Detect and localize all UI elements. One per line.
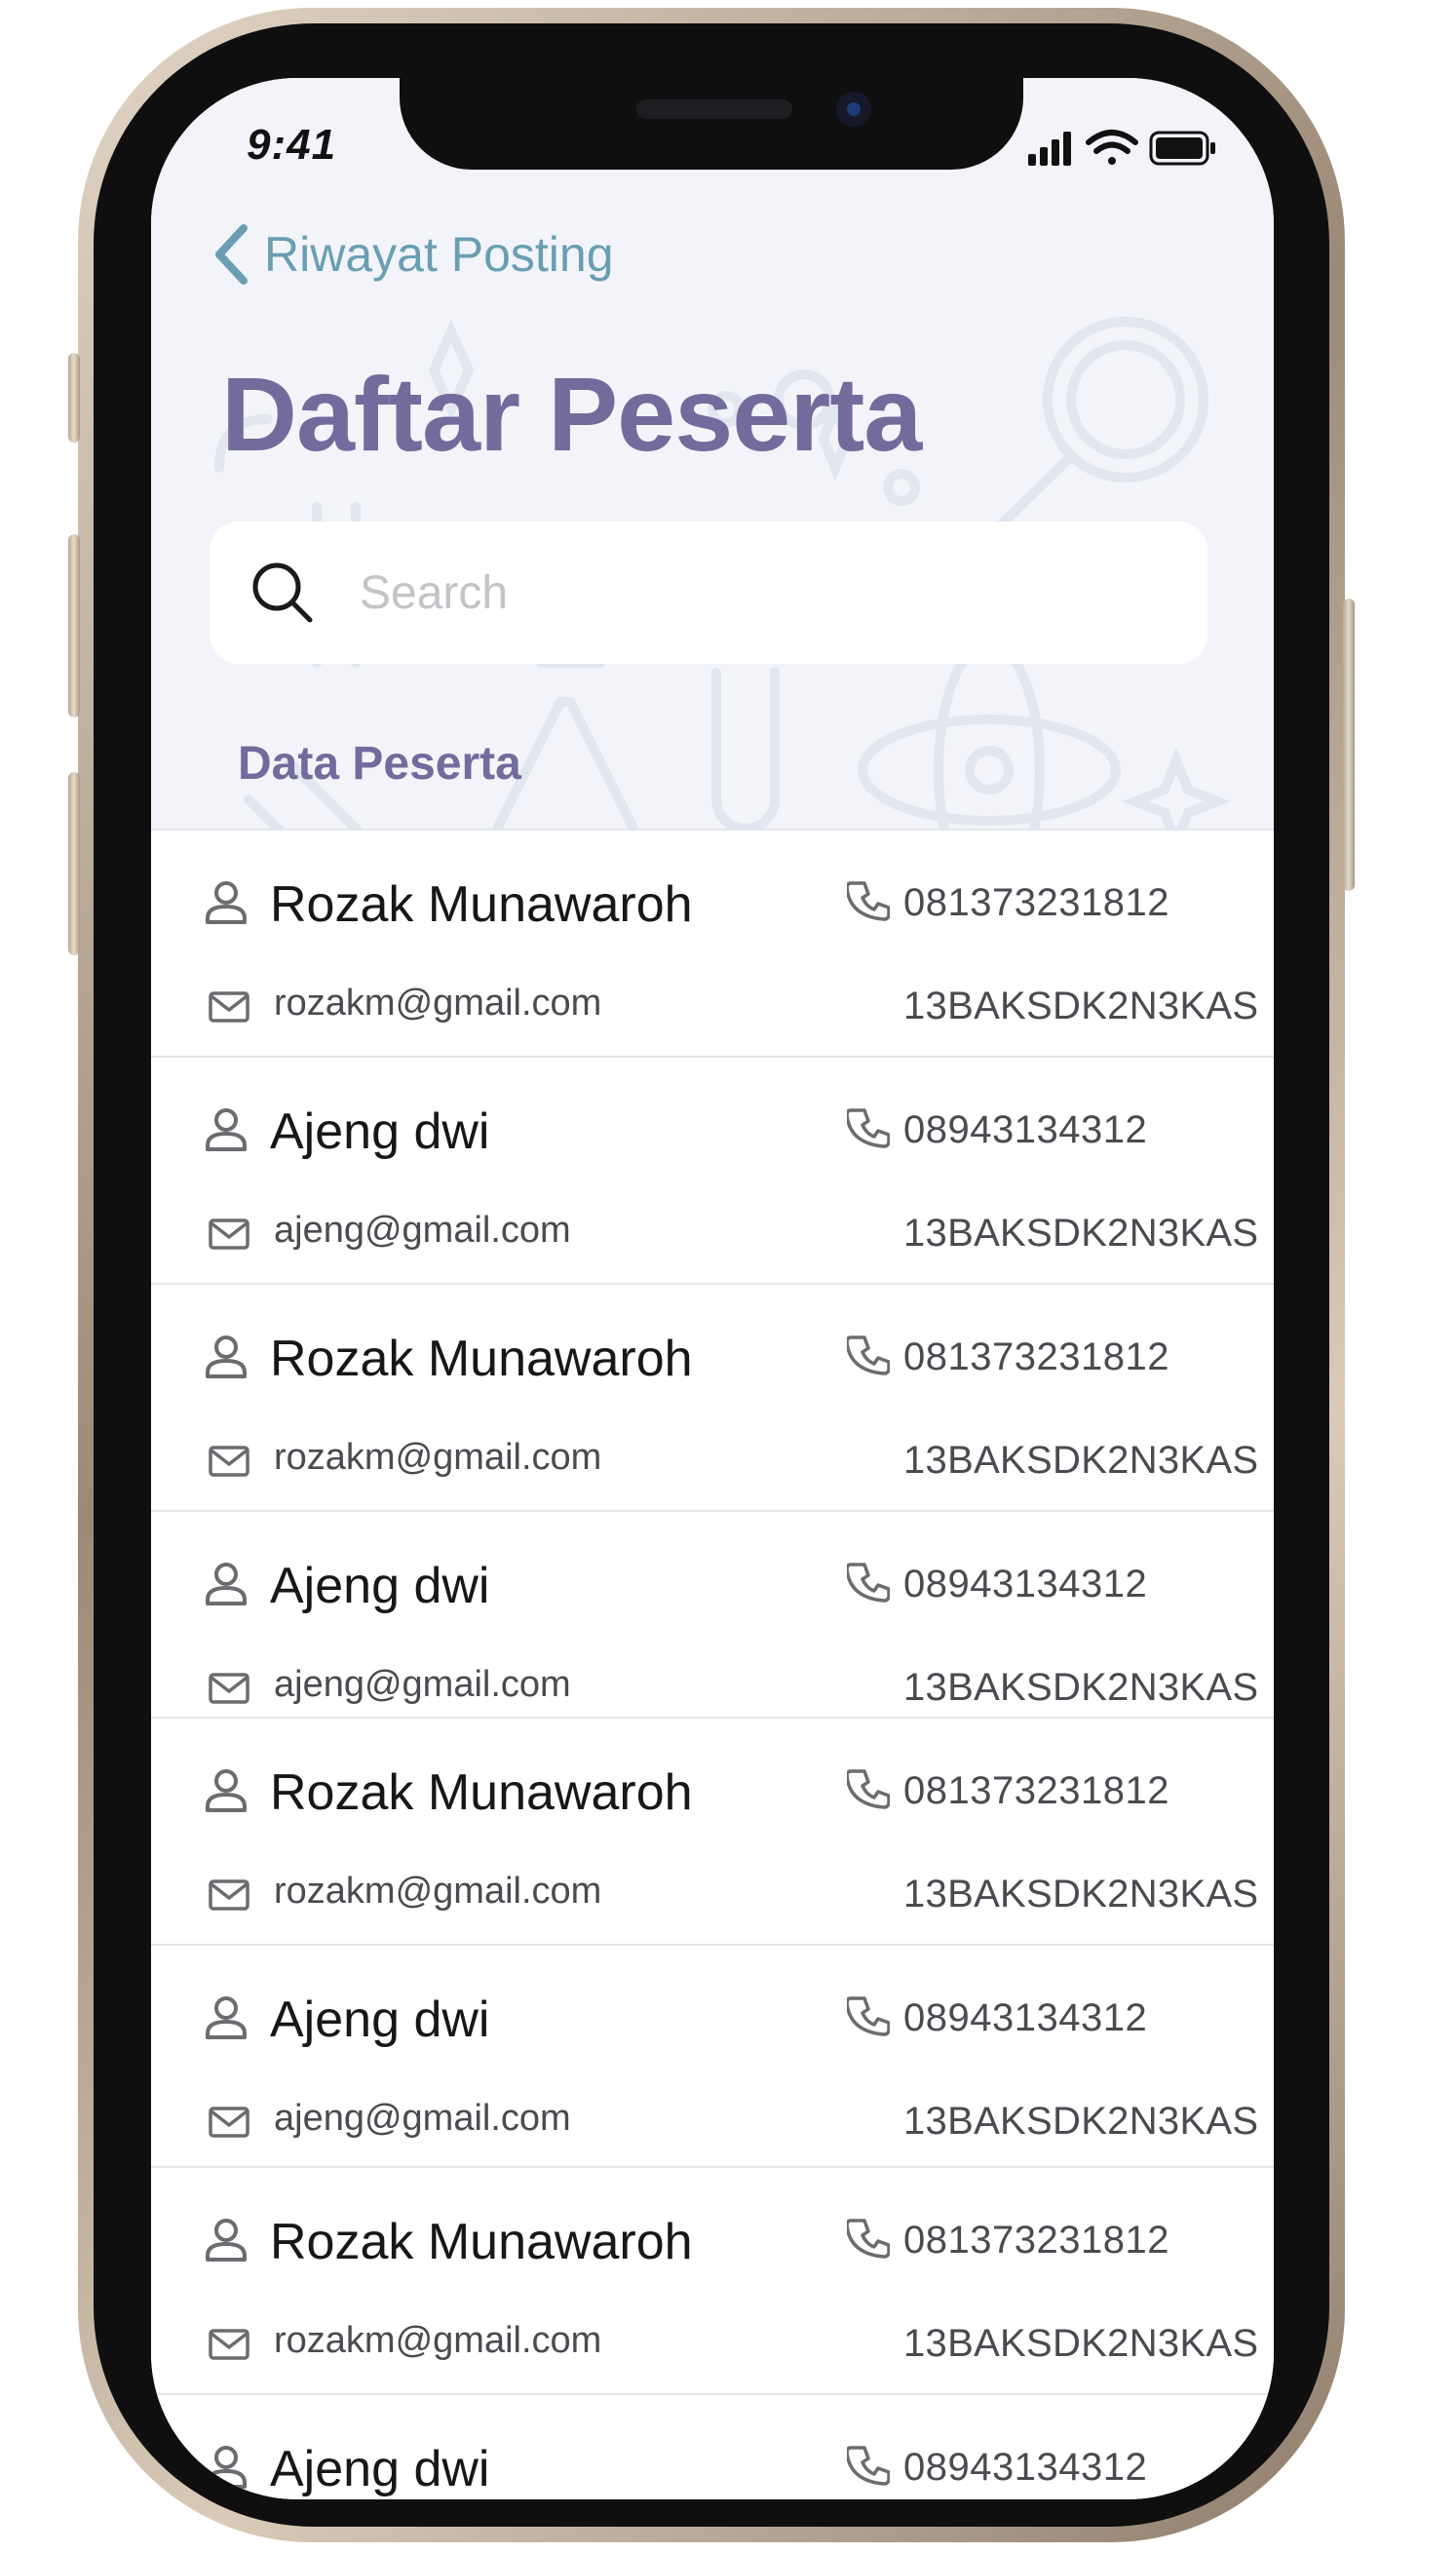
phone-icon <box>845 2217 891 2264</box>
participant-email: rozakm@gmail.com <box>274 1437 602 1478</box>
volume-up-button <box>68 534 80 717</box>
participant-row[interactable]: Rozak Munawaroh 081373231812 rozakm@gmail.… <box>151 1285 1274 1512</box>
participant-email: ajeng@gmail.com <box>274 2098 571 2139</box>
person-icon <box>202 2442 250 2495</box>
participant-phone: 081373231812 <box>903 1335 1169 1378</box>
participant-name: Rozak Munawaroh <box>270 1331 693 1387</box>
mail-icon <box>208 1671 250 1711</box>
participant-email: rozakm@gmail.com <box>274 2320 602 2361</box>
back-button[interactable]: Riwayat Posting <box>211 222 614 287</box>
participant-name: Rozak Munawaroh <box>270 1764 693 1821</box>
phone-icon <box>845 2444 891 2492</box>
search-input[interactable] <box>358 564 1122 621</box>
person-icon <box>202 1765 250 1819</box>
participant-email: rozakm@gmail.com <box>274 983 602 1024</box>
section-label: Data Peserta <box>238 738 521 790</box>
mail-icon <box>208 2327 250 2367</box>
participant-row[interactable]: Ajeng dwi 08943134312 ajeng@gmail.com 13BAK… <box>151 1946 1274 2168</box>
phone-icon <box>845 879 891 927</box>
participant-code: 13BAKSDK2N3KAS <box>903 1212 1259 1255</box>
person-icon <box>202 1104 250 1158</box>
phone-icon <box>845 1561 891 1608</box>
signal-icon <box>1028 132 1071 166</box>
front-camera <box>836 92 871 127</box>
wifi-icon <box>1086 130 1138 165</box>
volume-down-button <box>68 772 80 955</box>
participant-row[interactable]: Ajeng dwi 08943134312 ajeng@gmail.com 13BAK… <box>151 1058 1274 1285</box>
screen: 9:41 Riwayat Posting Daftar Peserta Sear… <box>151 78 1274 2499</box>
phone-icon <box>845 1767 891 1815</box>
participant-name: Ajeng dwi <box>270 1992 490 2048</box>
mail-icon <box>208 1877 250 1917</box>
search-bar[interactable] <box>210 522 1207 664</box>
mail-icon <box>208 2105 250 2145</box>
person-icon <box>202 877 250 931</box>
participant-row[interactable]: Rozak Munawaroh 081373231812 rozakm@gmail.… <box>151 2168 1274 2395</box>
power-button <box>1343 599 1355 891</box>
participant-phone: 081373231812 <box>903 1769 1169 1812</box>
participant-code: 13BAKSDK2N3KAS <box>903 985 1259 1027</box>
mail-icon <box>208 1217 250 1257</box>
phone-icon <box>845 1994 891 2042</box>
phone-icon <box>845 1106 891 1154</box>
participant-code: 13BAKSDK2N3KAS <box>903 2322 1259 2365</box>
participant-name: Ajeng dwi <box>270 2441 490 2497</box>
person-icon <box>202 1559 250 1612</box>
participant-email: ajeng@gmail.com <box>274 1664 571 1705</box>
participant-phone: 08943134312 <box>903 1108 1148 1151</box>
participant-code: 13BAKSDK2N3KAS <box>903 2100 1259 2143</box>
participant-name: Rozak Munawaroh <box>270 876 693 933</box>
participant-code: 13BAKSDK2N3KAS <box>903 1666 1259 1709</box>
phone-icon <box>845 1334 891 1381</box>
participant-phone: 081373231812 <box>903 2219 1169 2262</box>
participant-name: Ajeng dwi <box>270 1558 490 1614</box>
participant-row[interactable]: Ajeng dwi 08943134312 ajeng@gmail.com 13BAK… <box>151 1512 1274 1719</box>
status-icons <box>1028 127 1223 174</box>
battery-icon <box>1149 131 1215 166</box>
mail-icon <box>208 989 250 1029</box>
header: 9:41 Riwayat Posting Daftar Peserta Sear… <box>151 78 1274 831</box>
participant-code: 13BAKSDK2N3KAS <box>903 1873 1259 1915</box>
page-title: Daftar Peserta <box>221 355 922 473</box>
person-icon <box>202 1332 250 1385</box>
participant-email: ajeng@gmail.com <box>274 1210 571 1251</box>
mail-icon <box>208 1444 250 1484</box>
participant-phone: 08943134312 <box>903 1563 1148 1605</box>
person-icon <box>202 2215 250 2268</box>
notch <box>400 78 1023 170</box>
participant-email: rozakm@gmail.com <box>274 1871 602 1912</box>
participant-list: Rozak Munawaroh 081373231812 rozakm@gmail.… <box>151 831 1274 2499</box>
participant-row[interactable]: Rozak Munawaroh 081373231812 rozakm@gmail.… <box>151 831 1274 1058</box>
participant-name: Ajeng dwi <box>270 1103 490 1160</box>
participant-phone: 081373231812 <box>903 881 1169 924</box>
chevron-left-icon <box>215 224 248 285</box>
person-icon <box>202 1992 250 2046</box>
participant-row[interactable]: Rozak Munawaroh 081373231812 rozakm@gmail.… <box>151 1719 1274 1946</box>
participant-phone: 08943134312 <box>903 1996 1148 2039</box>
status-time: 9:41 <box>247 121 337 169</box>
participant-name: Rozak Munawaroh <box>270 2214 693 2270</box>
back-button-label: Riwayat Posting <box>264 227 614 282</box>
search-icon <box>252 562 313 623</box>
participant-phone: 08943134312 <box>903 2446 1148 2489</box>
participant-row[interactable]: Ajeng dwi 08943134312 <box>151 2395 1274 2499</box>
speaker <box>636 99 792 119</box>
participant-code: 13BAKSDK2N3KAS <box>903 1439 1259 1482</box>
mute-switch <box>68 353 80 443</box>
